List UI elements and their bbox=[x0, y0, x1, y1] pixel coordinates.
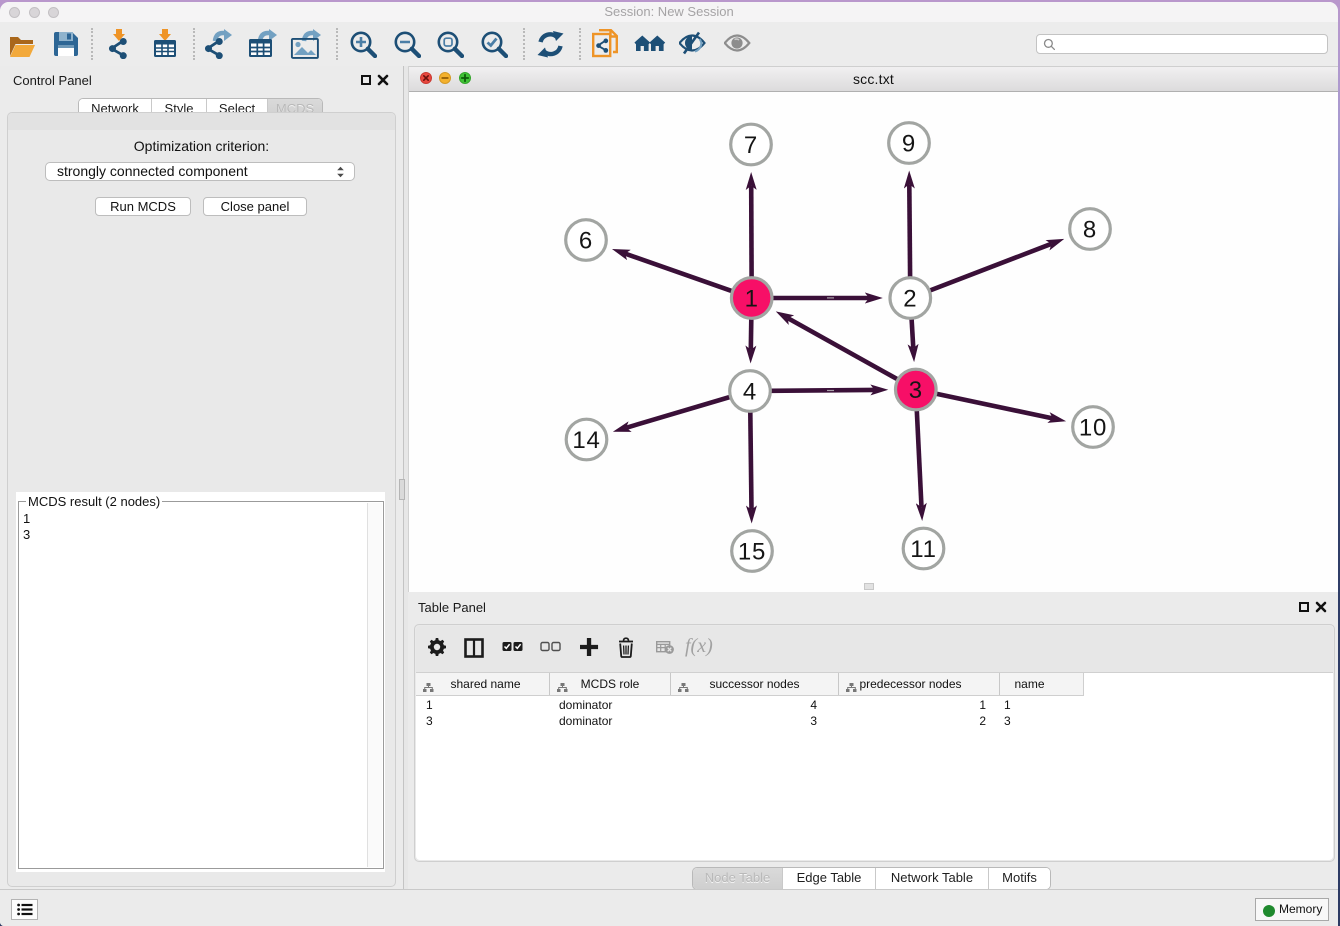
svg-text:11: 11 bbox=[910, 536, 937, 563]
svg-text:9: 9 bbox=[902, 131, 916, 158]
svg-text:2: 2 bbox=[903, 286, 917, 313]
svg-text:6: 6 bbox=[579, 228, 593, 255]
svg-text:4: 4 bbox=[743, 379, 757, 406]
svg-text:10: 10 bbox=[1079, 415, 1107, 442]
svg-text:1: 1 bbox=[745, 286, 759, 313]
svg-text:8: 8 bbox=[1083, 217, 1097, 244]
svg-text:15: 15 bbox=[738, 539, 766, 566]
svg-text:3: 3 bbox=[909, 377, 923, 404]
svg-text:14: 14 bbox=[572, 427, 600, 454]
svg-text:7: 7 bbox=[744, 132, 758, 159]
svg-text:f(x): f(x) bbox=[685, 636, 713, 657]
